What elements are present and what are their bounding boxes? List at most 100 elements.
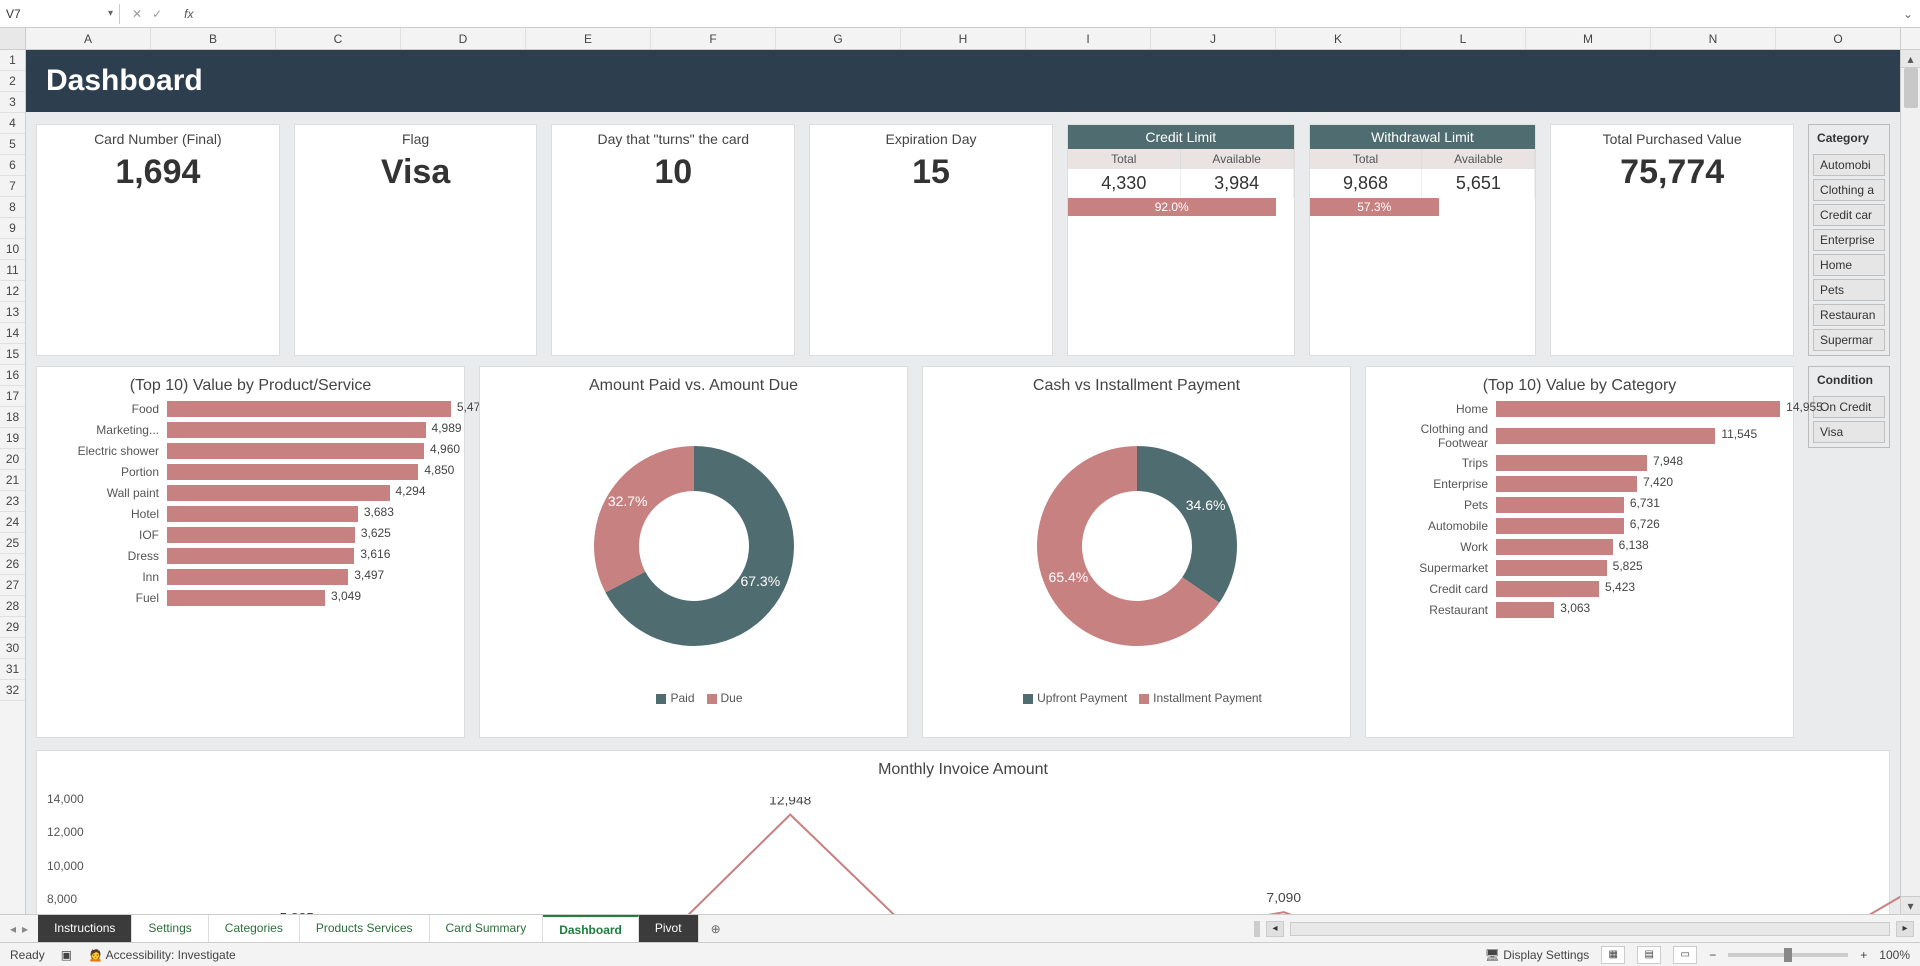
row-header[interactable]: 23 [0, 491, 25, 512]
zoom-out-button[interactable]: − [1709, 948, 1716, 962]
row-header[interactable]: 30 [0, 638, 25, 659]
slicer-item[interactable]: On Credit [1813, 396, 1885, 418]
category-slicer[interactable]: Category AutomobiClothing aCredit carEnt… [1808, 124, 1890, 356]
fx-label[interactable]: fx [174, 7, 203, 21]
confirm-icon[interactable]: ✓ [152, 7, 162, 21]
add-sheet-button[interactable]: ⊕ [699, 922, 733, 936]
column-header[interactable]: N [1651, 28, 1776, 49]
column-header[interactable]: G [776, 28, 901, 49]
line-point-label: 7,090 [1267, 891, 1301, 906]
worksheet-area[interactable]: Dashboard Card Number (Final) 1,694 Flag… [26, 50, 1900, 914]
column-header[interactable]: H [901, 28, 1026, 49]
row-header[interactable]: 24 [0, 512, 25, 533]
column-header[interactable]: I [1026, 28, 1151, 49]
select-all-corner[interactable] [0, 28, 26, 49]
column-header[interactable]: E [526, 28, 651, 49]
hscroll-left-arrow[interactable]: ◂ [1266, 921, 1284, 937]
row-header[interactable]: 18 [0, 407, 25, 428]
page-layout-view-button[interactable]: ▤ [1637, 946, 1661, 964]
slicer-item[interactable]: Automobi [1813, 154, 1885, 176]
row-header[interactable]: 29 [0, 617, 25, 638]
zoom-slider[interactable] [1728, 953, 1848, 957]
column-header[interactable]: J [1151, 28, 1276, 49]
column-header[interactable]: A [26, 28, 151, 49]
vertical-scrollbar[interactable]: ▴ ▾ [1900, 50, 1920, 914]
row-header[interactable]: 27 [0, 575, 25, 596]
column-header[interactable]: K [1276, 28, 1401, 49]
legend-label: Due [721, 691, 743, 705]
zoom-in-button[interactable]: + [1860, 948, 1867, 962]
slicer-item[interactable]: Visa [1813, 421, 1885, 443]
slicer-item[interactable]: Credit car [1813, 204, 1885, 226]
chart-title: (Top 10) Value by Category [1378, 377, 1781, 395]
slicer-item[interactable]: Home [1813, 254, 1885, 276]
accessibility-status[interactable]: 🙍 Accessibility: Investigate [88, 948, 236, 962]
scroll-up-arrow[interactable]: ▴ [1901, 50, 1920, 68]
row-header[interactable]: 21 [0, 470, 25, 491]
row-header[interactable]: 9 [0, 218, 25, 239]
tab-nav-first-icon[interactable]: ◂ [10, 922, 16, 936]
row-header[interactable]: 17 [0, 386, 25, 407]
hscroll-right-arrow[interactable]: ▸ [1896, 921, 1914, 937]
row-header[interactable]: 11 [0, 260, 25, 281]
page-break-view-button[interactable]: ▭ [1673, 946, 1697, 964]
row-header[interactable]: 28 [0, 596, 25, 617]
horizontal-scrollbar[interactable] [1290, 922, 1890, 936]
column-header[interactable]: D [401, 28, 526, 49]
row-header[interactable]: 4 [0, 113, 25, 134]
row-header[interactable]: 12 [0, 281, 25, 302]
macro-record-icon[interactable]: ▣ [61, 948, 72, 962]
tab-nav-last-icon[interactable]: ▸ [22, 922, 28, 936]
column-header[interactable]: M [1526, 28, 1651, 49]
cancel-icon[interactable]: ✕ [132, 7, 142, 21]
row-header[interactable]: 6 [0, 155, 25, 176]
sheet-tab[interactable]: Card Summary [430, 915, 544, 942]
row-header[interactable]: 25 [0, 533, 25, 554]
row-header[interactable]: 26 [0, 554, 25, 575]
slicer-item[interactable]: Pets [1813, 279, 1885, 301]
row-header[interactable]: 20 [0, 449, 25, 470]
normal-view-button[interactable]: ▦ [1601, 946, 1625, 964]
row-header[interactable]: 16 [0, 365, 25, 386]
row-header[interactable]: 1 [0, 50, 25, 71]
row-header[interactable]: 31 [0, 659, 25, 680]
sheet-tab[interactable]: Pivot [639, 915, 699, 942]
slicer-item[interactable]: Supermar [1813, 329, 1885, 351]
sheet-tab[interactable]: Settings [132, 915, 208, 942]
bar-label: Work [1378, 540, 1488, 554]
column-header[interactable]: C [276, 28, 401, 49]
row-header[interactable]: 3 [0, 92, 25, 113]
bar-value: 3,497 [354, 568, 384, 582]
scroll-thumb[interactable] [1904, 68, 1918, 108]
column-header[interactable]: F [651, 28, 776, 49]
sheet-tab[interactable]: Categories [209, 915, 300, 942]
row-header[interactable]: 8 [0, 197, 25, 218]
slicer-item[interactable]: Restauran [1813, 304, 1885, 326]
formula-expand-icon[interactable]: ⌄ [1896, 7, 1920, 21]
slicer-item[interactable]: Clothing a [1813, 179, 1885, 201]
column-header[interactable]: L [1401, 28, 1526, 49]
column-header[interactable]: B [151, 28, 276, 49]
formula-input[interactable] [203, 3, 1896, 24]
name-box[interactable]: V7 ▾ [0, 4, 120, 24]
sheet-tab[interactable]: Dashboard [543, 915, 639, 942]
row-header[interactable]: 32 [0, 680, 25, 701]
sheet-tab[interactable]: Products Services [300, 915, 430, 942]
namebox-dropdown-icon[interactable]: ▾ [108, 8, 113, 19]
row-header[interactable]: 7 [0, 176, 25, 197]
slicer-item[interactable]: Enterprise [1813, 229, 1885, 251]
zoom-level[interactable]: 100% [1879, 948, 1910, 962]
row-header[interactable]: 15 [0, 344, 25, 365]
bar-row: Hotel3,683 [49, 506, 452, 522]
scroll-down-arrow[interactable]: ▾ [1901, 896, 1920, 914]
row-header[interactable]: 13 [0, 302, 25, 323]
display-settings-button[interactable]: 🖥 Display Settings [1485, 948, 1590, 962]
column-header[interactable]: O [1776, 28, 1900, 49]
row-header[interactable]: 5 [0, 134, 25, 155]
row-header[interactable]: 14 [0, 323, 25, 344]
sheet-tab[interactable]: Instructions [38, 915, 132, 942]
row-header[interactable]: 2 [0, 71, 25, 92]
tab-split-handle[interactable] [1254, 921, 1260, 937]
row-header[interactable]: 10 [0, 239, 25, 260]
row-header[interactable]: 19 [0, 428, 25, 449]
